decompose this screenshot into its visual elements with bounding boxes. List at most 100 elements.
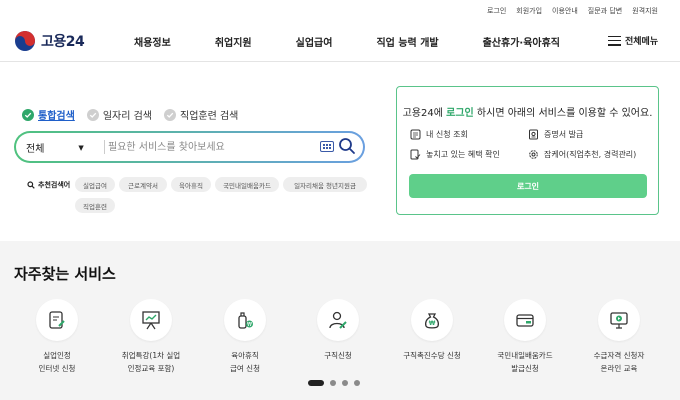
document-pen-icon (49, 311, 65, 329)
carousel-pagination (308, 380, 360, 386)
service-icon-circle (36, 299, 78, 341)
svg-text:₩: ₩ (247, 322, 252, 328)
panel-title-suffix: 하시면 아래의 서비스를 이용할 수 있어요. (473, 108, 653, 119)
search-box: 전체 ▼ (14, 131, 365, 163)
doc-check-icon (410, 149, 421, 160)
service-name: 구직신청 (293, 349, 383, 362)
service-name-line2: 인정교육 포함) (127, 364, 175, 373)
service-name-line1: 실업인정 (43, 351, 71, 360)
keyword-chip[interactable]: 직업훈련 (75, 198, 115, 213)
service-name: 국민내일배움카드 발급신청 (480, 349, 570, 375)
keyword-chip[interactable]: 일자리채움 청년지원금 (283, 177, 367, 192)
keyword-chip[interactable]: 국민내일배움카드 (215, 177, 279, 192)
list-doc-icon (410, 129, 421, 140)
tab-label: 통합검색 (38, 111, 75, 122)
service-name: 구직촉진수당 신청 (387, 349, 477, 362)
util-qna-link[interactable]: 질문과 답변 (588, 6, 622, 16)
service-name: 실업인정인터넷 신청 (12, 349, 102, 375)
service-missed-benefits[interactable]: 놓치고 있는 혜택 확인 (410, 149, 500, 160)
service-my-applications[interactable]: 내 신청 조회 (410, 129, 468, 140)
recommended-label-wrap: 추천검색어 (27, 180, 70, 190)
monitor-play-icon (610, 312, 628, 329)
login-button[interactable]: 로그인 (409, 174, 647, 198)
service-icon-circle: ₩ (224, 299, 266, 341)
utility-links: 로그인 회원가입 이용안내 질문과 답변 원격지원 (487, 6, 658, 16)
card-icon (516, 314, 534, 327)
service-icon-circle (130, 299, 172, 341)
util-login-link[interactable]: 로그인 (487, 6, 506, 16)
baby-bottle-won-icon: ₩ (238, 312, 253, 329)
nav-unemployment-benefit[interactable]: 실업급여 (296, 34, 333, 49)
service-name-line2: 온라인 교육 (600, 364, 638, 373)
carousel-dot-active[interactable] (308, 380, 324, 386)
util-guide-link[interactable]: 이용안내 (552, 6, 578, 16)
check-circle-icon (22, 108, 34, 121)
category-select-value: 전체 (26, 144, 45, 155)
panel-title-prefix: 고용24에 (402, 108, 447, 119)
nav-vocational-training[interactable]: 직업 능력 개발 (376, 34, 438, 49)
taegeuk-logo-icon (15, 31, 35, 51)
tab-integrated-search[interactable]: 통합검색 (22, 107, 75, 122)
search-input[interactable] (108, 138, 318, 156)
service-name-line1: 구직신청 (324, 351, 352, 360)
triangle-down-icon: ▼ (78, 143, 84, 152)
service-label: 증명서 발급 (544, 130, 584, 139)
service-name-line1: 국민내일배움카드 (497, 351, 553, 360)
service-name-line1: 수급자격 신청자 (593, 351, 645, 360)
nav-parental-leave[interactable]: 출산휴가·육아휴직 (483, 34, 560, 49)
svg-text:₩: ₩ (429, 320, 436, 327)
frequent-service-item[interactable]: 국민내일배움카드 발급신청 (480, 299, 570, 375)
search-small-icon (27, 181, 35, 189)
login-benefit-panel: 고용24에 로그인 하시면 아래의 서비스를 이용할 수 있어요. 내 신청 조… (396, 86, 659, 215)
tab-job-search[interactable]: 일자리 검색 (86, 107, 152, 122)
service-name-line2: 인터넷 신청 (38, 364, 76, 373)
keyboard-icon[interactable] (320, 141, 334, 152)
tab-label: 일자리 검색 (102, 111, 152, 122)
section-title: 자주찾는 서비스 (14, 265, 116, 283)
frequent-service-item[interactable]: 실업인정인터넷 신청 (12, 299, 102, 375)
service-name-line1: 육아휴직 (231, 351, 259, 360)
logo[interactable]: 고용24 (14, 30, 85, 52)
nav-employment-support[interactable]: 취업지원 (215, 34, 252, 49)
tab-training-search[interactable]: 직업훈련 검색 (164, 107, 238, 122)
keyword-chip[interactable]: 근로계약서 (119, 177, 167, 192)
carousel-dot[interactable] (354, 380, 360, 386)
category-select[interactable]: 전체 ▼ (26, 140, 84, 156)
frequent-service-item[interactable]: 취업특강(1차 실업인정교육 포함) (106, 299, 196, 375)
all-menu-button[interactable]: 전체메뉴 (608, 34, 658, 47)
money-bag-won-icon: ₩ (424, 313, 440, 329)
service-icon-circle (504, 299, 546, 341)
keyword-chip[interactable]: 육아휴직 (171, 177, 211, 192)
frequent-services-section: 자주찾는 서비스 실업인정인터넷 신청 취업특강(1차 실업인정교육 포함) ₩… (0, 241, 680, 400)
service-name-line2: 급여 신청 (230, 364, 260, 373)
service-name-line1: 취업특강(1차 실업 (121, 351, 181, 360)
service-icon-circle (598, 299, 640, 341)
frequent-service-item[interactable]: 수급자격 신청자온라인 교육 (574, 299, 664, 375)
frequent-service-item[interactable]: ₩ 육아휴직급여 신청 (200, 299, 290, 375)
carousel-dot[interactable] (342, 380, 348, 386)
presentation-board-icon (142, 311, 160, 330)
service-name: 수급자격 신청자온라인 교육 (574, 349, 664, 375)
service-jobcare[interactable]: 잡케어(직업추천, 경력관리) (528, 149, 636, 160)
service-label: 잡케어(직업추천, 경력관리) (544, 150, 637, 159)
tab-label: 직업훈련 검색 (180, 111, 239, 122)
nav-jobs[interactable]: 채용정보 (134, 34, 171, 49)
check-circle-icon (164, 108, 176, 121)
search-icon[interactable] (338, 137, 356, 155)
logo-text: 고용24 (41, 34, 85, 50)
panel-title-login: 로그인 (446, 108, 474, 119)
hamburger-icon (608, 35, 621, 46)
util-remote-support-link[interactable]: 원격지원 (632, 6, 658, 16)
all-menu-label: 전체메뉴 (625, 37, 659, 47)
frequent-service-item[interactable]: ₩ 구직촉진수당 신청 (387, 299, 477, 362)
frequent-service-item[interactable]: 구직신청 (293, 299, 383, 362)
main-nav: 채용정보 취업지원 실업급여 직업 능력 개발 출산휴가·육아휴직 (134, 34, 560, 49)
search-divider (104, 140, 105, 154)
carousel-dot[interactable] (330, 380, 336, 386)
service-name-line1: 구직촉진수당 신청 (403, 351, 461, 360)
util-signup-link[interactable]: 회원가입 (516, 6, 542, 16)
header: 고용24 채용정보 취업지원 실업급여 직업 능력 개발 출산휴가·육아휴직 전… (0, 24, 680, 60)
gear-person-icon (529, 150, 538, 159)
keyword-chip[interactable]: 실업급여 (75, 177, 115, 192)
service-certificate-issue[interactable]: 증명서 발급 (528, 129, 583, 140)
